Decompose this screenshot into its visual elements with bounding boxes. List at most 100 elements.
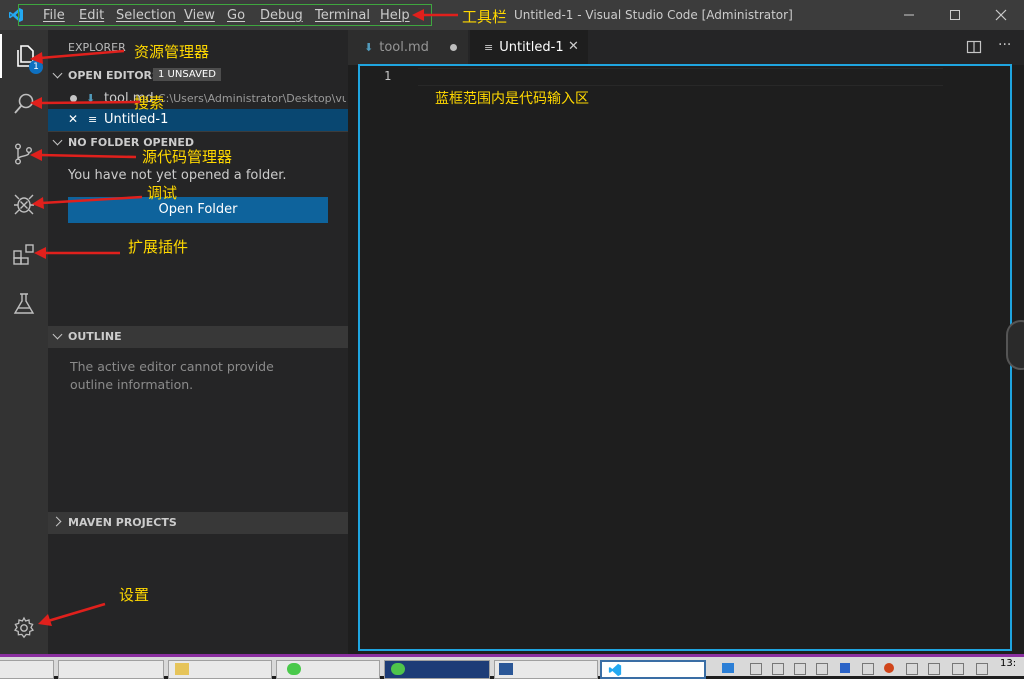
search-icon [14, 93, 34, 114]
code-input-frame[interactable]: 1 蓝框范围内是代码输入区 [358, 64, 1012, 651]
settings-annotation: 设置 [119, 586, 150, 604]
open-folder-button[interactable]: Open Folder [68, 197, 328, 223]
open-editors-header[interactable]: OPEN EDITORS 1 UNSAVED [48, 65, 348, 87]
maven-header[interactable]: MAVEN PROJECTS [48, 512, 348, 534]
open-editor-item-active[interactable]: ✕ ≡ Untitled-1 [48, 109, 348, 131]
explorer-title: EXPLORER [68, 41, 126, 54]
chevron-right-icon [51, 516, 62, 527]
outline-message: The active editor cannot provide outline… [70, 359, 274, 392]
activity-source-control[interactable] [0, 132, 48, 176]
title-bar: File Edit Selection View Go Debug Termin… [0, 0, 1024, 30]
taskbar-button[interactable] [58, 660, 164, 679]
minimize-icon [904, 14, 914, 16]
vscode-logo-icon [608, 663, 622, 677]
activity-explorer[interactable]: 1 [0, 34, 48, 78]
close-icon[interactable]: ✕ [568, 39, 579, 54]
markdown-file-icon: ⬇ [364, 41, 374, 54]
close-window-button[interactable] [978, 0, 1024, 30]
app-icon [287, 663, 301, 675]
menu-debug[interactable]: Debug [260, 8, 303, 23]
tray-icon[interactable] [840, 663, 850, 673]
menu-help[interactable]: Help [380, 8, 410, 23]
tab-tool-md[interactable]: ⬇ tool.md [348, 30, 468, 65]
tray-icon[interactable] [952, 663, 964, 675]
explorer-badge: 1 [29, 60, 43, 74]
open-editor-path: C:\Users\Administrator\Desktop\vu... [158, 92, 346, 105]
tray-icon[interactable] [862, 663, 874, 675]
open-editor-item[interactable]: ⬇ tool.md C:\Users\Administrator\Desktop… [48, 87, 348, 109]
activity-bar: 1 [0, 30, 48, 654]
taskbar-button[interactable] [276, 660, 380, 679]
tab-untitled-1[interactable]: ≡ Untitled-1 ✕ [470, 30, 588, 65]
outline-label: OUTLINE [68, 330, 122, 343]
menu-view[interactable]: View [184, 8, 215, 23]
close-editor-icon[interactable]: ✕ [68, 112, 78, 126]
extensions-annotation: 扩展插件 [128, 238, 189, 256]
activity-test[interactable] [0, 282, 48, 326]
minimize-button[interactable] [886, 0, 932, 30]
taskbar-button[interactable] [168, 660, 272, 679]
split-editor-icon [966, 40, 982, 54]
open-editor-name: Untitled-1 [104, 112, 169, 127]
more-actions-icon[interactable]: ··· [998, 37, 1011, 53]
tray-icon[interactable] [906, 663, 918, 675]
search-annotation: 搜索 [134, 94, 165, 112]
maximize-button[interactable] [932, 0, 978, 30]
flask-icon [13, 293, 35, 314]
tray-icon[interactable] [928, 663, 940, 675]
wechat-icon [391, 663, 405, 675]
chevron-down-icon [52, 135, 63, 146]
os-taskbar: 13: [0, 654, 1024, 679]
tray-icon[interactable] [750, 663, 762, 675]
tray-icon[interactable] [772, 663, 784, 675]
folder-icon [175, 663, 189, 675]
system-tray: 13: [712, 658, 1016, 677]
text-file-icon: ≡ [88, 113, 98, 126]
markdown-file-icon: ⬇ [86, 92, 96, 105]
activity-search[interactable] [0, 82, 48, 126]
debug-bug-icon [14, 194, 34, 215]
editor-area: ⬇ tool.md ≡ Untitled-1 ✕ ··· 1 蓝框范围内是代码输… [348, 30, 1024, 654]
unsaved-dot-icon [450, 44, 457, 51]
menu-file[interactable]: File [43, 8, 65, 23]
unsaved-dot-icon [70, 95, 77, 102]
explorer-annotation: 资源管理器 [134, 43, 210, 61]
taskbar-button-vscode[interactable] [600, 660, 706, 679]
code-area-annotation: 蓝框范围内是代码输入区 [435, 91, 589, 107]
tab-label: tool.md [379, 40, 429, 55]
no-folder-message: You have not yet opened a folder. [68, 168, 287, 183]
menu-selection[interactable]: Selection [116, 8, 176, 23]
maven-label: MAVEN PROJECTS [68, 516, 177, 529]
tab-bar: ⬇ tool.md ≡ Untitled-1 ✕ ··· [348, 30, 1024, 65]
explorer-sidebar: EXPLORER OPEN EDITORS 1 UNSAVED ⬇ tool.m… [48, 30, 348, 654]
tray-icon[interactable] [976, 663, 988, 675]
floating-widget[interactable] [1006, 320, 1024, 370]
chevron-down-icon [52, 68, 63, 79]
taskbar-button[interactable] [384, 660, 490, 679]
window-title: Untitled-1 - Visual Studio Code [Adminis… [514, 8, 793, 22]
tray-icon[interactable] [884, 663, 894, 673]
split-editor-button[interactable] [966, 39, 982, 59]
document-icon [499, 663, 513, 675]
menu-go[interactable]: Go [227, 8, 245, 23]
outline-header[interactable]: OUTLINE [48, 326, 348, 348]
tray-icon[interactable] [794, 663, 806, 675]
menu-terminal[interactable]: Terminal [315, 8, 370, 23]
taskbar-button[interactable] [0, 660, 54, 679]
maximize-icon [950, 10, 960, 20]
taskbar-button[interactable] [494, 660, 598, 679]
open-editors-label: OPEN EDITORS [68, 69, 160, 82]
text-file-icon: ≡ [484, 41, 494, 54]
menu-edit[interactable]: Edit [79, 8, 104, 23]
activity-debug[interactable] [0, 182, 48, 226]
activity-settings[interactable] [0, 606, 48, 650]
toolbar-annotation: 工具栏 [462, 8, 508, 26]
tray-icon[interactable] [816, 663, 828, 675]
unsaved-badge: 1 UNSAVED [153, 68, 221, 81]
tray-icon[interactable] [722, 663, 734, 673]
close-icon [995, 9, 1007, 21]
tab-label: Untitled-1 [499, 40, 564, 55]
activity-extensions[interactable] [0, 232, 48, 276]
line-number: 1 [384, 69, 392, 83]
menu-bar: File Edit Selection View Go Debug Termin… [18, 4, 432, 26]
